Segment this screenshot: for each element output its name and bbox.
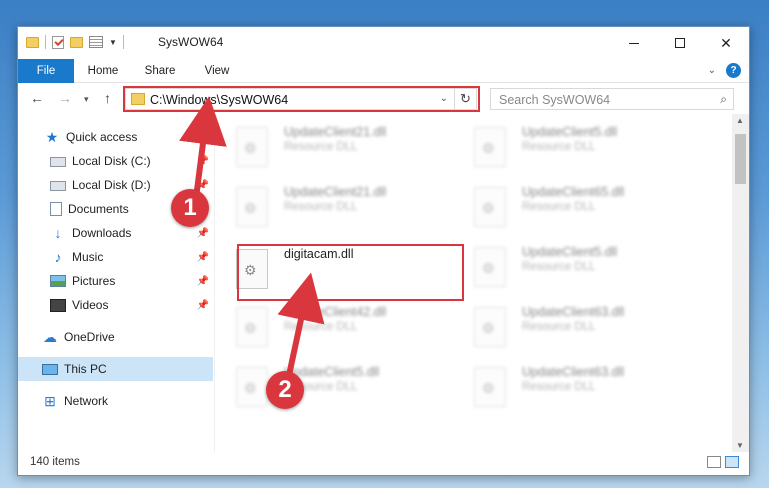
step-badge-2: 2 [266,371,304,409]
arrow-to-address-bar [179,96,227,199]
step-badge-1: 1 [171,189,209,227]
arrow-to-file [277,272,325,381]
annotation-arrows [179,96,325,381]
